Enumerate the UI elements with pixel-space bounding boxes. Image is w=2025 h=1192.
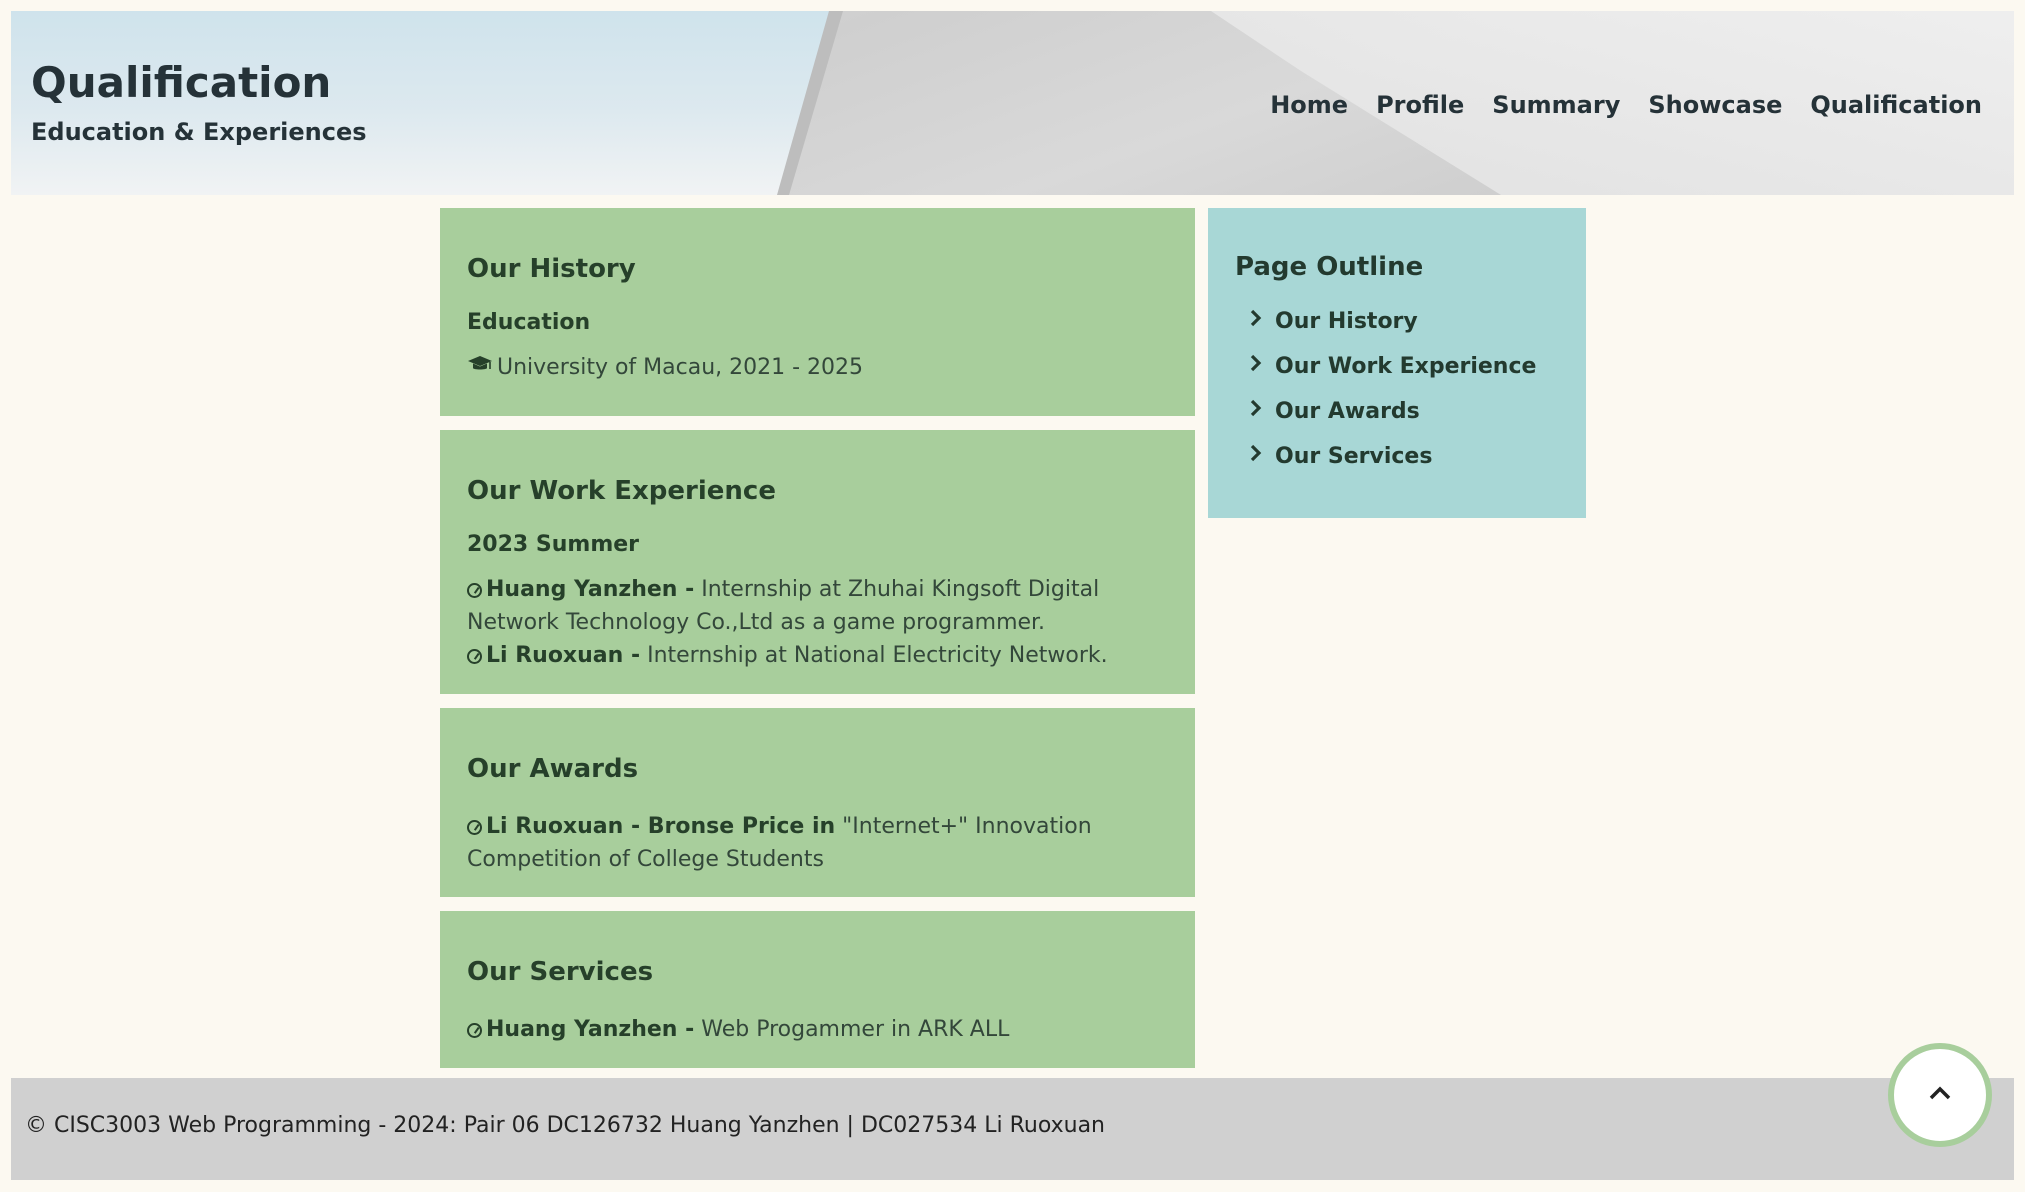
- education-subheading: Education: [467, 310, 591, 335]
- compass-icon: [467, 1023, 482, 1038]
- graduation-cap-icon: [467, 351, 493, 384]
- work-period-subheading: 2023 Summer: [467, 532, 640, 557]
- page-outline-panel: Page Outline Our History Our Work Experi…: [1208, 208, 1586, 518]
- nav-profile-link[interactable]: Profile: [1376, 91, 1464, 119]
- footer-copyright: © CISC3003 Web Programming - 2024: Pair …: [25, 1113, 1105, 1138]
- service-entry-text: Web Progammer in ARK ALL: [694, 1017, 1010, 1042]
- nav-home-link[interactable]: Home: [1270, 91, 1348, 119]
- page-footer: © CISC3003 Web Programming - 2024: Pair …: [11, 1078, 2014, 1180]
- work-experience-heading: Our Work Experience: [467, 476, 776, 506]
- outline-item-label: Our Work Experience: [1275, 354, 1537, 379]
- page-subtitle: Education & Experiences: [31, 118, 367, 146]
- outline-item-awards[interactable]: Our Awards: [1249, 398, 1559, 424]
- awards-heading: Our Awards: [467, 754, 639, 784]
- nav-qualification-link[interactable]: Qualification: [1810, 91, 1982, 119]
- service-entry: Huang Yanzhen - Web Progammer in ARK ALL: [467, 1013, 1168, 1046]
- chevron-right-icon: [1249, 443, 1275, 469]
- page-title: Qualification: [31, 58, 332, 107]
- page-outline-heading: Page Outline: [1235, 252, 1424, 282]
- nav-summary-link[interactable]: Summary: [1492, 91, 1620, 119]
- work-experience-card: Our Work Experience 2023 Summer Huang Ya…: [440, 430, 1195, 694]
- history-heading: Our History: [467, 254, 636, 284]
- award-entry-name: Li Ruoxuan - Bronse Price in: [486, 814, 836, 839]
- page-header: Qualification Education & Experiences Ho…: [11, 11, 2014, 195]
- education-entry: University of Macau, 2021 - 2025: [467, 351, 1168, 384]
- compass-icon: [467, 820, 482, 835]
- outline-item-services[interactable]: Our Services: [1249, 443, 1559, 469]
- chevron-right-icon: [1249, 308, 1275, 334]
- work-entry: Huang Yanzhen - Internship at Zhuhai Kin…: [467, 573, 1168, 639]
- main-nav: Home Profile Summary Showcase Qualificat…: [1270, 91, 1982, 119]
- nav-showcase-link[interactable]: Showcase: [1648, 91, 1782, 119]
- award-entry: Li Ruoxuan - Bronse Price in "Internet+"…: [467, 810, 1168, 876]
- outline-item-label: Our History: [1275, 309, 1418, 334]
- work-entry-name: Huang Yanzhen -: [486, 577, 695, 602]
- services-heading: Our Services: [467, 957, 654, 987]
- outline-item-work-experience[interactable]: Our Work Experience: [1249, 353, 1559, 379]
- services-card: Our Services Huang Yanzhen - Web Progamm…: [440, 911, 1195, 1068]
- chevron-right-icon: [1249, 353, 1275, 379]
- outline-item-history[interactable]: Our History: [1249, 308, 1559, 334]
- page-outline-list: Our History Our Work Experience Our Awar…: [1235, 308, 1559, 469]
- work-entry-text: Internship at National Electricity Netwo…: [640, 643, 1108, 668]
- education-entry-text: University of Macau, 2021 - 2025: [497, 355, 864, 380]
- awards-card: Our Awards Li Ruoxuan - Bronse Price in …: [440, 708, 1195, 897]
- main-content: Our History Education University of Maca…: [440, 208, 1195, 1082]
- chevron-up-icon: [1927, 1084, 1953, 1106]
- history-card: Our History Education University of Maca…: [440, 208, 1195, 416]
- compass-icon: [467, 583, 482, 598]
- service-entry-name: Huang Yanzhen -: [486, 1017, 695, 1042]
- back-to-top-button[interactable]: [1888, 1043, 1992, 1147]
- chevron-right-icon: [1249, 398, 1275, 424]
- work-entry-name: Li Ruoxuan -: [486, 643, 641, 668]
- compass-icon: [467, 649, 482, 664]
- outline-item-label: Our Awards: [1275, 399, 1420, 424]
- outline-item-label: Our Services: [1275, 444, 1433, 469]
- work-entry: Li Ruoxuan - Internship at National Elec…: [467, 639, 1168, 672]
